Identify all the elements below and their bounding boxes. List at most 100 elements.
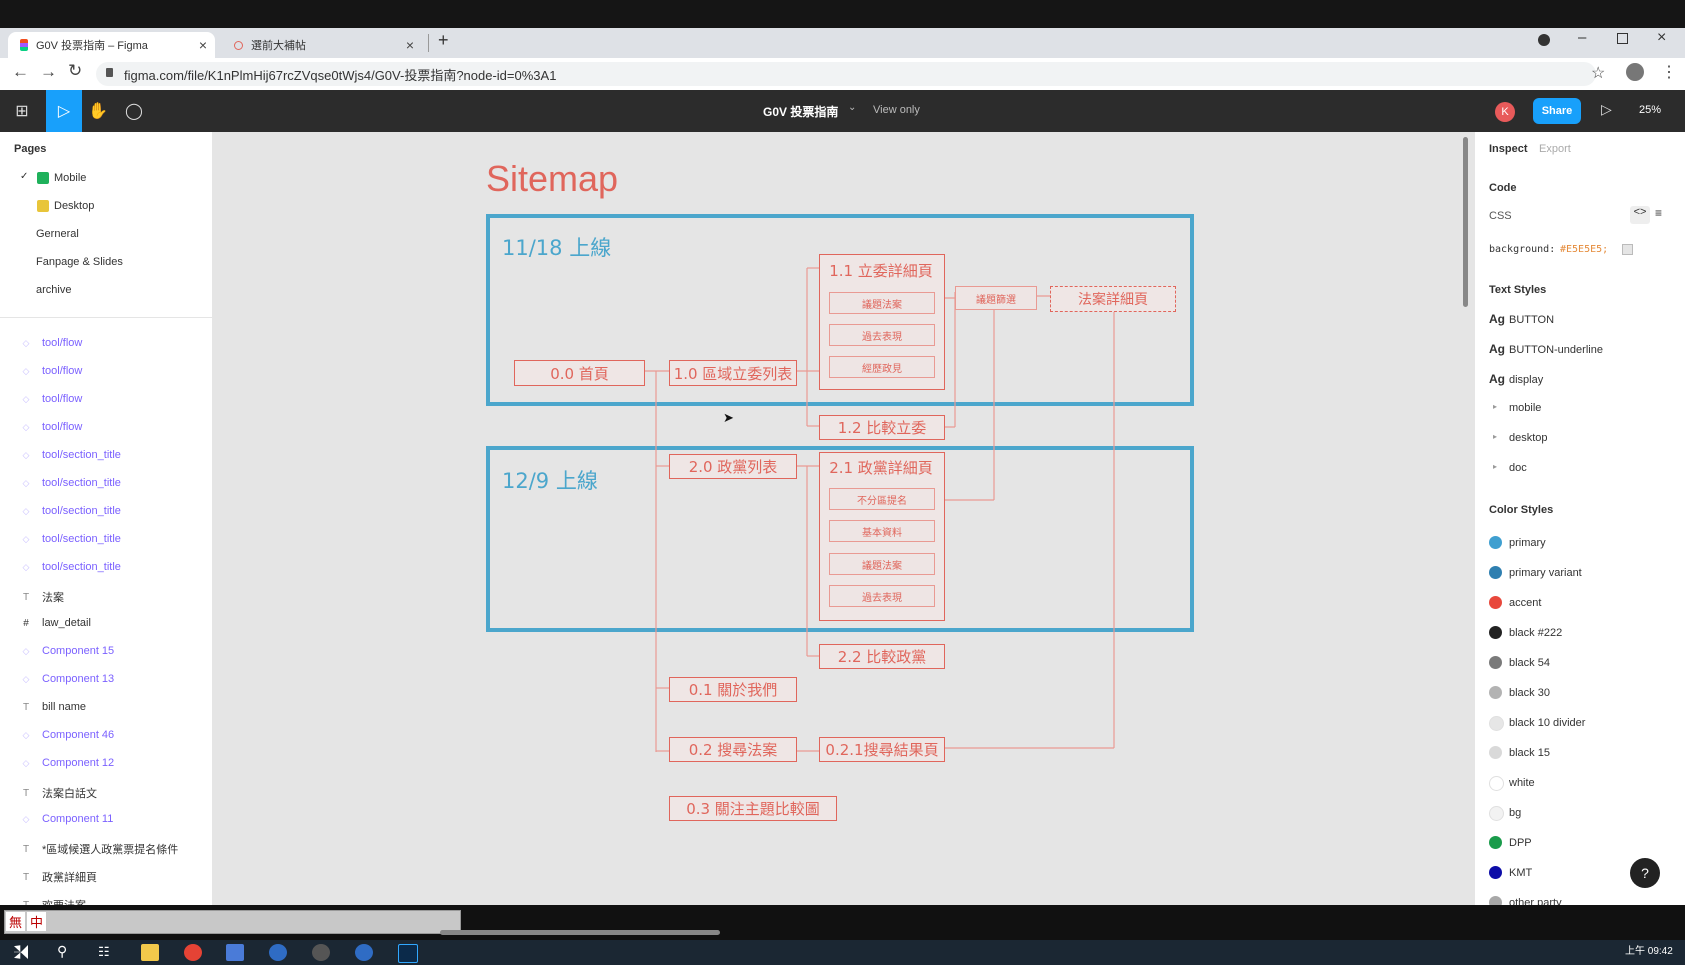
page-item-desktop[interactable]: Desktop (54, 200, 94, 212)
present-play-icon[interactable]: ▷ (1601, 101, 1612, 118)
windows-start-icon[interactable] (14, 945, 28, 959)
tab-inspect[interactable]: Inspect (1489, 143, 1528, 155)
color-style-item[interactable]: white (1509, 777, 1535, 789)
figma-main-menu-icon[interactable]: ⊞ (4, 90, 40, 132)
reload-icon[interactable]: ↻ (68, 61, 82, 81)
ime-chinese-icon[interactable]: 中 (27, 912, 46, 931)
app-icon[interactable] (269, 944, 287, 961)
node-leg-bills[interactable]: 議題法案 (829, 292, 935, 314)
layer-item[interactable]: T 政黨詳細頁 (20, 869, 97, 885)
bookmark-star-icon[interactable]: ☆ (1591, 63, 1605, 83)
help-icon[interactable]: ? (1630, 858, 1660, 888)
layer-item[interactable]: ◇ tool/flow (20, 393, 83, 405)
chevron-down-icon[interactable]: ⌄ (848, 102, 856, 113)
canvas-horizontal-scrollbar[interactable] (440, 930, 720, 935)
node-party-basic[interactable]: 基本資料 (829, 520, 935, 542)
layer-item[interactable]: # law_detail (20, 617, 91, 629)
text-style-group[interactable]: desktop (1509, 432, 1548, 444)
layer-item[interactable]: ◇ Component 15 (20, 645, 115, 657)
color-style-item[interactable]: primary (1509, 537, 1546, 549)
close-window-icon[interactable]: × (1657, 29, 1666, 47)
layer-item[interactable]: T *區域候選人政黨票提名條件 (20, 841, 178, 857)
tab-figma[interactable]: G0V 投票指南 – Figma × (8, 32, 215, 58)
move-tool-icon[interactable]: ▷ (46, 90, 82, 132)
chevron-right-icon[interactable]: ▸ (1493, 432, 1497, 441)
design-canvas[interactable]: Sitemap 11/18 上線 12/9 上線 0.0 首頁 1.0 區域立委… (212, 132, 1474, 905)
app-icon[interactable] (355, 944, 373, 961)
close-tab-icon[interactable]: × (406, 37, 414, 53)
color-style-item[interactable]: accent (1509, 597, 1541, 609)
node-bill-detail[interactable]: 法案詳細頁 (1050, 286, 1176, 312)
node-party-list[interactable]: 2.0 政黨列表 (669, 454, 797, 479)
url-input[interactable]: figma.com/file/K1nPlmHij67rcZVqse0tWjs4/… (96, 62, 1596, 86)
page-item-mobile[interactable]: Mobile (54, 172, 86, 184)
node-leg-performance[interactable]: 過去表現 (829, 324, 935, 346)
page-item-general[interactable]: Gerneral (36, 228, 79, 240)
ime-no-icon[interactable]: 無 (6, 912, 25, 931)
node-search-result[interactable]: 0.2.1搜尋結果頁 (819, 737, 945, 762)
chevron-right-icon[interactable]: ▸ (1493, 402, 1497, 411)
node-compare-legislator[interactable]: 1.2 比較立委 (819, 415, 945, 440)
color-style-item[interactable]: KMT (1509, 867, 1532, 879)
layer-item[interactable]: ◇ tool/section_title (20, 561, 121, 573)
node-compare-party[interactable]: 2.2 比較政黨 (819, 644, 945, 669)
layer-item[interactable]: ◇ tool/section_title (20, 477, 121, 489)
share-button[interactable]: Share (1533, 98, 1581, 124)
color-style-item[interactable]: black 15 (1509, 747, 1550, 759)
minimize-icon[interactable]: – (1578, 29, 1586, 46)
profile-menu-icon[interactable] (1538, 34, 1550, 46)
node-topic-compare[interactable]: 0.3 關注主題比較圖 (669, 796, 837, 821)
color-style-item[interactable]: primary variant (1509, 567, 1582, 579)
page-item-fanpage[interactable]: Fanpage & Slides (36, 256, 123, 268)
layer-item[interactable]: ◇ tool/section_title (20, 533, 121, 545)
node-party-performance[interactable]: 過去表現 (829, 585, 935, 607)
chrome-icon[interactable] (184, 944, 202, 961)
node-leg-experience[interactable]: 經歷政見 (829, 356, 935, 378)
layer-item[interactable]: ◇ tool/section_title (20, 449, 121, 461)
page-item-archive[interactable]: archive (36, 284, 71, 296)
file-name[interactable]: G0V 投票指南 (763, 103, 838, 120)
node-about[interactable]: 0.1 關於我們 (669, 677, 797, 702)
color-style-item[interactable]: other party (1509, 897, 1562, 905)
layer-item[interactable]: T 法案白話文 (20, 785, 97, 801)
hand-tool-icon[interactable]: ✋ (80, 90, 116, 132)
forward-icon[interactable]: → (40, 62, 57, 82)
node-district-list[interactable]: 1.0 區域立委列表 (669, 360, 797, 386)
task-view-icon[interactable]: ☷ (98, 944, 110, 960)
canvas-vertical-scrollbar[interactable] (1463, 137, 1468, 307)
photoshop-icon[interactable] (398, 944, 418, 963)
app-icon[interactable] (226, 944, 244, 961)
text-style-group[interactable]: doc (1509, 462, 1527, 474)
list-view-icon[interactable]: ≡ (1655, 206, 1662, 220)
tab-voting-guide[interactable]: 選前大補帖 × (222, 32, 422, 58)
color-style-item[interactable]: black 10 divider (1509, 717, 1585, 729)
color-style-item[interactable]: black 30 (1509, 687, 1550, 699)
tab-export[interactable]: Export (1539, 143, 1571, 155)
color-style-item[interactable]: black #222 (1509, 627, 1562, 639)
node-party-bills[interactable]: 議題法案 (829, 553, 935, 575)
color-style-item[interactable]: DPP (1509, 837, 1532, 849)
new-tab-icon[interactable]: + (438, 30, 449, 51)
browser-menu-icon[interactable]: ⋮ (1661, 62, 1677, 82)
text-style-item[interactable]: display (1509, 374, 1543, 386)
text-style-item[interactable]: BUTTON-underline (1509, 344, 1603, 356)
layer-item[interactable]: ◇ Component 13 (20, 673, 115, 685)
code-view-icon[interactable]: <> (1630, 206, 1650, 224)
node-search[interactable]: 0.2 搜尋法案 (669, 737, 797, 762)
layer-item[interactable]: ◇ Component 12 (20, 757, 115, 769)
chevron-right-icon[interactable]: ▸ (1493, 462, 1497, 471)
restore-icon[interactable] (1617, 33, 1628, 44)
layer-item[interactable]: Tbill name (20, 701, 86, 713)
layer-item[interactable]: T 欢要法案 (20, 897, 86, 906)
comment-tool-icon[interactable]: ◯ (116, 90, 152, 132)
layer-item[interactable]: ◇ tool/flow (20, 421, 83, 433)
layer-item[interactable]: ◇ tool/section_title (20, 505, 121, 517)
layer-item[interactable]: ◇ Component 46 (20, 729, 115, 741)
text-style-item[interactable]: BUTTON (1509, 314, 1554, 326)
search-icon[interactable]: ⚲ (57, 943, 67, 960)
back-icon[interactable]: ← (12, 62, 29, 82)
layer-item[interactable]: ◇ tool/flow (20, 337, 83, 349)
text-style-group[interactable]: mobile (1509, 402, 1541, 414)
file-explorer-icon[interactable] (141, 944, 159, 961)
node-party-nominees[interactable]: 不分區提名 (829, 488, 935, 510)
